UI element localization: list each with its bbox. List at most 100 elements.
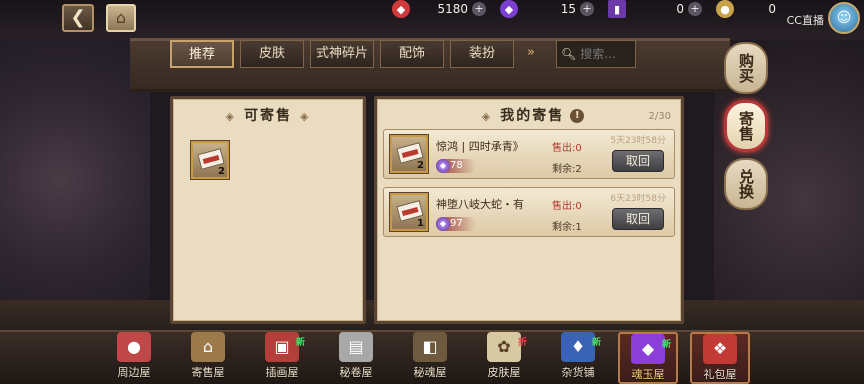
title-ornament-icon: ◈ — [225, 110, 236, 123]
gift-icon: ❖ — [703, 334, 737, 364]
category-tabs: 推荐 皮肤 式神碎片 配饰 装扮 » — [170, 40, 542, 68]
retrieve-button[interactable]: 取回 — [612, 208, 664, 230]
nav-merch-shop[interactable]: ● 周边屋 — [104, 332, 164, 384]
search-icon: 🔍︎ — [561, 47, 577, 61]
cc-live-logo: CC直播 — [786, 14, 824, 27]
red-currency-icon: ◆ — [392, 0, 410, 18]
search-input[interactable] — [580, 47, 637, 61]
nav-gift-pack-shop[interactable]: ❖ 礼包屋 — [690, 332, 750, 384]
nav-consignment-shop[interactable]: ⌂ 寄售屋 — [178, 332, 238, 384]
listings-title-row: ◈ 我的寄售! — [377, 105, 681, 125]
tab-decorations[interactable]: 装扮 — [450, 40, 514, 68]
nav-illustration-shop[interactable]: ▣ 新 插画屋 — [252, 332, 312, 384]
jade-icon: ◆ 新 — [631, 334, 671, 364]
nav-label: 皮肤屋 — [487, 366, 521, 379]
item-quantity: 1 — [417, 218, 424, 229]
listing-name: 神堕八岐大蛇・有 — [436, 198, 524, 211]
painting-icon: ▣ 新 — [265, 332, 305, 362]
listing-row[interactable]: 2 惊鸿 | 四时承青》 ◆ 78 售出:0 剩余:2 5天23时58分 取回 — [383, 129, 675, 179]
consign-label: 寄售 — [737, 111, 755, 141]
ticket-icon: ▮ — [608, 0, 626, 18]
listing-item-slot[interactable]: 1 — [390, 193, 428, 231]
avatar[interactable]: ☺ — [828, 2, 860, 34]
daruma-icon: ● — [117, 332, 151, 362]
resource-value: 5180 — [437, 2, 468, 16]
add-ticket-button[interactable]: + — [688, 2, 702, 16]
listing-count: 2/30 — [648, 111, 671, 122]
resource-value: 15 — [560, 2, 576, 16]
jade-gem-icon: ◆ — [436, 159, 450, 173]
resource-ticket: ▮ 0 + — [608, 0, 702, 18]
more-tabs-icon[interactable]: » — [520, 40, 542, 68]
nav-label: 寄售屋 — [191, 366, 225, 379]
buy-label: 购买 — [737, 53, 755, 83]
resource-purple-jade: ◆ 15 + — [500, 0, 594, 18]
title-ornament-icon: ◈ — [300, 110, 311, 123]
nav-label: 魂玉屋 — [631, 368, 665, 381]
sold-count: 售出:0 — [552, 201, 582, 212]
nav-label: 秘魂屋 — [413, 366, 447, 379]
tab-accessories[interactable]: 配饰 — [380, 40, 444, 68]
resource-value: 0 — [676, 2, 684, 16]
sellable-panel: ◈ 可寄售 ◈ 2 — [170, 96, 366, 324]
resource-value: 0 — [768, 2, 776, 16]
listing-name: 惊鸿 | 四时承青》 — [436, 140, 524, 153]
item-quantity: 2 — [417, 160, 424, 171]
item-quantity: 2 — [218, 166, 225, 177]
listing-price: ◆ 78 — [436, 159, 476, 173]
skin-icon: ✿ 折 — [487, 332, 527, 362]
sellable-title: 可寄售 — [244, 108, 292, 124]
retrieve-button[interactable]: 取回 — [612, 150, 664, 172]
nav-label: 杂货铺 — [561, 366, 595, 379]
nav-jade-shop[interactable]: ◆ 新 魂玉屋 — [618, 332, 678, 384]
home-icon: ⌂ — [115, 8, 127, 27]
pouch-icon: ♦ 新 — [561, 332, 601, 362]
listings-title: 我的寄售 — [500, 108, 565, 124]
time-remaining: 5天23时58分 — [610, 136, 666, 146]
listing-item-slot[interactable]: 2 — [390, 135, 428, 173]
back-button[interactable]: ❮ — [62, 4, 94, 32]
sellable-item[interactable]: 2 — [191, 141, 229, 179]
add-purple-jade-button[interactable]: + — [580, 2, 594, 16]
nav-label: 秘卷屋 — [339, 366, 373, 379]
nav-label: 礼包屋 — [703, 368, 737, 381]
search-box[interactable]: 🔍︎ — [556, 40, 637, 68]
tab-shikigami-shards[interactable]: 式神碎片 — [310, 40, 374, 68]
resource-coin: ● 0 — [716, 0, 780, 18]
info-icon[interactable]: ! — [570, 109, 585, 123]
sold-count: 售出:0 — [552, 143, 582, 154]
purple-jade-icon: ◆ — [500, 0, 518, 18]
exchange-button[interactable]: 兑换 — [724, 158, 768, 210]
nav-skin-shop[interactable]: ✿ 折 皮肤屋 — [474, 332, 534, 384]
listing-price: ◆ 97 — [436, 217, 476, 231]
discount-badge: 折 — [517, 338, 527, 348]
buy-button[interactable]: 购买 — [724, 42, 768, 94]
back-arrow-icon: ❮ — [70, 7, 86, 28]
remaining-count: 剩余:2 — [552, 164, 582, 175]
soul-box-icon: ◧ — [413, 332, 447, 362]
new-badge: 新 — [661, 340, 671, 350]
price-value: 97 — [450, 218, 463, 229]
nav-secret-scroll-shop[interactable]: ▤ 秘卷屋 — [326, 332, 386, 384]
add-red-currency-button[interactable]: + — [472, 2, 486, 16]
jade-gem-icon: ◆ — [436, 217, 450, 231]
scroll-icon: ▤ — [339, 332, 373, 362]
new-badge: 新 — [591, 338, 601, 348]
title-ornament-icon: ◈ — [481, 110, 493, 123]
listing-row[interactable]: 1 神堕八岐大蛇・有 ◆ 97 售出:0 剩余:1 6天23时58分 取回 — [383, 187, 675, 237]
stall-icon: ⌂ — [191, 332, 225, 362]
left-scenery — [0, 40, 150, 340]
nav-soul-shop[interactable]: ◧ 秘魂屋 — [400, 332, 460, 384]
home-button[interactable]: ⌂ — [106, 4, 136, 32]
nav-label: 插画屋 — [265, 366, 299, 379]
remaining-count: 剩余:1 — [552, 222, 582, 233]
time-remaining: 6天23时58分 — [610, 194, 666, 204]
tab-recommend[interactable]: 推荐 — [170, 40, 234, 68]
coin-icon: ● — [716, 0, 734, 18]
consign-button[interactable]: 寄售 — [724, 100, 768, 152]
sellable-title-row: ◈ 可寄售 ◈ — [173, 105, 363, 125]
nav-label: 周边屋 — [117, 366, 151, 379]
exchange-label: 兑换 — [737, 169, 755, 199]
tab-skins[interactable]: 皮肤 — [240, 40, 304, 68]
nav-general-store[interactable]: ♦ 新 杂货铺 — [548, 332, 608, 384]
